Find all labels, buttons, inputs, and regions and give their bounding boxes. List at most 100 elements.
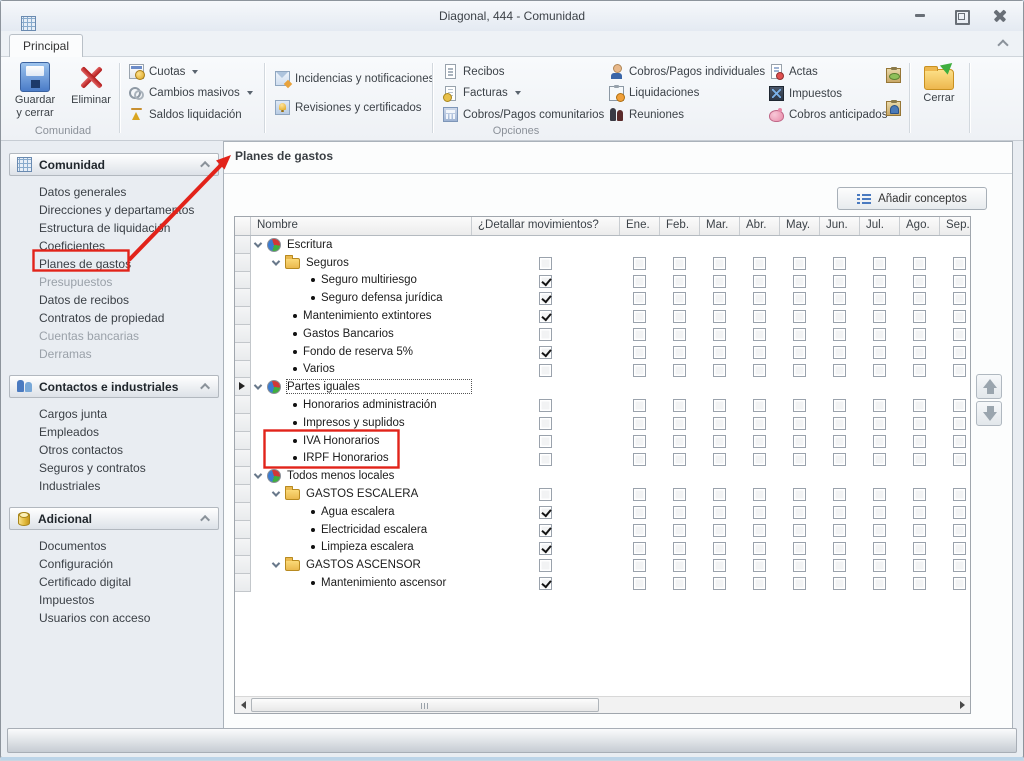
detallar-checkbox[interactable]	[539, 453, 552, 466]
month-checkbox-jun[interactable]	[833, 399, 846, 412]
month-checkbox-ago[interactable]	[913, 417, 926, 430]
month-checkbox-may[interactable]	[793, 542, 806, 555]
detallar-checkbox[interactable]	[539, 542, 552, 555]
sidebar-item-estructura-de-liquidacion[interactable]: Estructura de liquidación	[39, 219, 219, 237]
month-checkbox-may[interactable]	[793, 275, 806, 288]
grid-row-impresos-y-suplidos[interactable]: Impresos y suplidos	[235, 414, 970, 432]
add-concepts-button[interactable]: Añadir conceptos	[837, 187, 987, 210]
recibos-button[interactable]: Recibos	[443, 64, 599, 79]
impuestos-button[interactable]: Impuestos	[769, 86, 881, 101]
detallar-checkbox[interactable]	[539, 346, 552, 359]
month-checkbox-mar[interactable]	[713, 524, 726, 537]
scroll-right-button[interactable]	[954, 697, 970, 713]
column-header-ene[interactable]: Ene.	[620, 217, 660, 235]
month-checkbox-sep[interactable]	[953, 577, 966, 590]
grid-row-honorarios-administracion[interactable]: Honorarios administración	[235, 396, 970, 414]
month-checkbox-feb[interactable]	[673, 257, 686, 270]
month-checkbox-ago[interactable]	[913, 310, 926, 323]
sidebar-item-datos-de-recibos[interactable]: Datos de recibos	[39, 291, 219, 309]
column-header-sep[interactable]: Sep.	[940, 217, 970, 235]
month-checkbox-jul[interactable]	[873, 488, 886, 501]
sidebar-item-planes-de-gastos[interactable]: Planes de gastos	[39, 255, 219, 273]
row-indicator-cell[interactable]	[235, 467, 251, 485]
month-checkbox-jun[interactable]	[833, 577, 846, 590]
column-header-jun[interactable]: Jun.	[820, 217, 860, 235]
month-checkbox-mar[interactable]	[713, 435, 726, 448]
month-checkbox-jun[interactable]	[833, 346, 846, 359]
grid-row-agua-escalera[interactable]: Agua escalera	[235, 503, 970, 521]
month-checkbox-ago[interactable]	[913, 577, 926, 590]
detallar-checkbox[interactable]	[539, 275, 552, 288]
month-checkbox-sep[interactable]	[953, 542, 966, 555]
month-checkbox-may[interactable]	[793, 417, 806, 430]
month-checkbox-sep[interactable]	[953, 399, 966, 412]
month-checkbox-ago[interactable]	[913, 506, 926, 519]
saldos-liquidacion-button[interactable]: Saldos liquidación	[129, 107, 263, 122]
detallar-checkbox[interactable]	[539, 435, 552, 448]
grid-row-electricidad-escalera[interactable]: Electricidad escalera	[235, 521, 970, 539]
month-checkbox-jul[interactable]	[873, 346, 886, 359]
month-checkbox-ago[interactable]	[913, 275, 926, 288]
sidebar-item-configuracion[interactable]: Configuración	[39, 555, 219, 573]
column-header-mar[interactable]: Mar.	[700, 217, 740, 235]
sidebar-section-header-comunidad[interactable]: Comunidad	[9, 153, 219, 176]
month-checkbox-ene[interactable]	[633, 275, 646, 288]
detallar-checkbox[interactable]	[539, 506, 552, 519]
month-checkbox-jul[interactable]	[873, 257, 886, 270]
grid-row-seguros[interactable]: Seguros	[235, 254, 970, 272]
row-indicator-cell[interactable]	[235, 236, 251, 254]
month-checkbox-jul[interactable]	[873, 559, 886, 572]
scrollbar-thumb[interactable]	[251, 698, 599, 712]
cambios-masivos-button[interactable]: Cambios masivos	[129, 86, 263, 101]
month-checkbox-ago[interactable]	[913, 524, 926, 537]
column-header-jul[interactable]: Jul.	[860, 217, 900, 235]
sidebar-item-seguros-y-contratos[interactable]: Seguros y contratos	[39, 459, 219, 477]
month-checkbox-ene[interactable]	[633, 524, 646, 537]
month-checkbox-jul[interactable]	[873, 577, 886, 590]
chevron-up-icon[interactable]	[200, 161, 210, 171]
cobros-anticipados-button[interactable]: Cobros anticipados	[769, 108, 881, 122]
month-checkbox-sep[interactable]	[953, 364, 966, 377]
month-checkbox-mar[interactable]	[713, 542, 726, 555]
month-checkbox-may[interactable]	[793, 453, 806, 466]
maximize-button[interactable]	[947, 7, 973, 24]
month-checkbox-abr[interactable]	[753, 364, 766, 377]
month-checkbox-mar[interactable]	[713, 364, 726, 377]
sidebar-item-coeficientes[interactable]: Coeficientes	[39, 237, 219, 255]
month-checkbox-sep[interactable]	[953, 257, 966, 270]
month-checkbox-mar[interactable]	[713, 275, 726, 288]
month-checkbox-ene[interactable]	[633, 488, 646, 501]
month-checkbox-feb[interactable]	[673, 542, 686, 555]
expander-icon[interactable]	[272, 488, 280, 496]
month-checkbox-ene[interactable]	[633, 364, 646, 377]
month-checkbox-ago[interactable]	[913, 435, 926, 448]
month-checkbox-feb[interactable]	[673, 488, 686, 501]
month-checkbox-may[interactable]	[793, 364, 806, 377]
sidebar-item-presupuestos[interactable]: Presupuestos	[39, 273, 219, 291]
detallar-checkbox[interactable]	[539, 399, 552, 412]
row-indicator-cell[interactable]	[235, 521, 251, 539]
month-checkbox-feb[interactable]	[673, 292, 686, 305]
close-window-button[interactable]	[987, 7, 1013, 24]
cobros-pagos-individuales-button[interactable]: Cobros/Pagos individuales	[609, 64, 759, 79]
month-checkbox-ene[interactable]	[633, 346, 646, 359]
month-checkbox-sep[interactable]	[953, 453, 966, 466]
month-checkbox-abr[interactable]	[753, 435, 766, 448]
month-checkbox-ene[interactable]	[633, 506, 646, 519]
grid-row-seguro-defensa-juridica[interactable]: Seguro defensa jurídica	[235, 289, 970, 307]
sidebar-item-direcciones-y-departamentos[interactable]: Direcciones y departamentos	[39, 201, 219, 219]
grid-row-escritura[interactable]: Escritura	[235, 236, 970, 254]
month-checkbox-may[interactable]	[793, 506, 806, 519]
sidebar-item-otros-contactos[interactable]: Otros contactos	[39, 441, 219, 459]
liquidaciones-button[interactable]: Liquidaciones	[609, 86, 759, 101]
month-checkbox-mar[interactable]	[713, 417, 726, 430]
month-checkbox-jul[interactable]	[873, 275, 886, 288]
month-checkbox-ago[interactable]	[913, 292, 926, 305]
month-checkbox-sep[interactable]	[953, 292, 966, 305]
month-checkbox-jun[interactable]	[833, 310, 846, 323]
grid-row-fondo-de-reserva-5[interactable]: Fondo de reserva 5%	[235, 343, 970, 361]
move-up-button[interactable]	[976, 374, 1002, 399]
expander-icon[interactable]	[254, 471, 262, 479]
row-indicator-cell[interactable]	[235, 556, 251, 574]
month-checkbox-mar[interactable]	[713, 559, 726, 572]
